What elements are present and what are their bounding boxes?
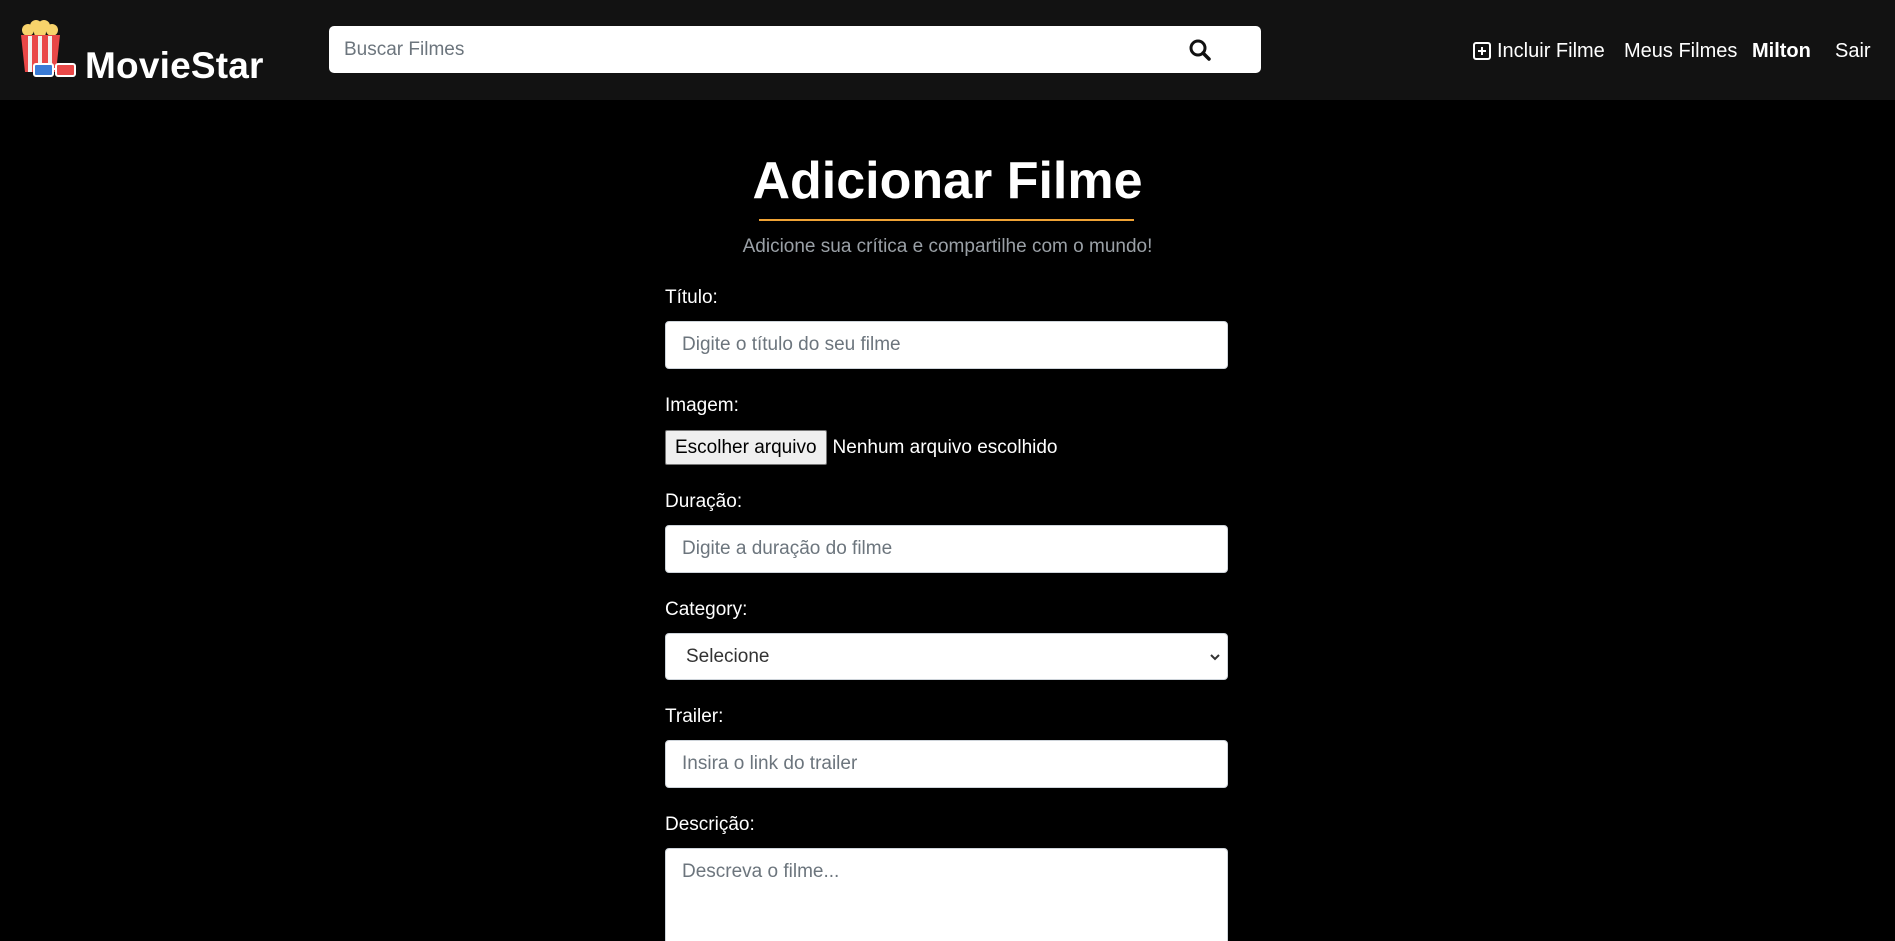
brand-name[interactable]: MovieStar xyxy=(85,44,264,88)
image-file-input: Escolher arquivo Nenhum arquivo escolhid… xyxy=(665,430,1058,465)
description-textarea[interactable] xyxy=(665,848,1228,941)
title-label: Título: xyxy=(665,287,718,308)
duration-label: Duração: xyxy=(665,491,743,512)
top-navbar: MovieStar Incluir Filme Meus Filmes Milt… xyxy=(0,0,1895,100)
nav-add-movie[interactable]: Incluir Filme xyxy=(1473,38,1605,64)
logo-link[interactable] xyxy=(18,18,82,80)
search-icon[interactable] xyxy=(1188,38,1212,62)
category-select[interactable]: Selecione xyxy=(665,633,1228,680)
nav-user-profile[interactable]: Milton xyxy=(1752,38,1811,64)
search-form xyxy=(329,26,1261,73)
page-subtitle: Adicione sua crítica e compartilhe com o… xyxy=(742,236,1153,257)
title-underline xyxy=(759,219,1134,221)
choose-file-button[interactable]: Escolher arquivo xyxy=(665,430,827,465)
description-label: Descrição: xyxy=(665,814,755,835)
file-status: Nenhum arquivo escolhido xyxy=(832,436,1058,458)
page-title: Adicionar Filme xyxy=(752,152,1143,210)
duration-input[interactable] xyxy=(665,525,1228,573)
nav-add-movie-label: Incluir Filme xyxy=(1497,39,1605,62)
popcorn-3d-glasses-icon xyxy=(21,20,76,77)
image-label: Imagem: xyxy=(665,395,739,416)
category-label: Category: xyxy=(665,599,748,620)
plus-square-icon xyxy=(1473,42,1491,60)
category-selected-value: Selecione xyxy=(686,645,770,667)
nav-my-movies[interactable]: Meus Filmes xyxy=(1624,38,1737,64)
trailer-input[interactable] xyxy=(665,740,1228,788)
chevron-down-icon xyxy=(1210,654,1220,661)
trailer-label: Trailer: xyxy=(665,706,724,727)
nav-logout[interactable]: Sair xyxy=(1835,38,1871,64)
search-input[interactable] xyxy=(329,26,1189,73)
title-input[interactable] xyxy=(665,321,1228,369)
